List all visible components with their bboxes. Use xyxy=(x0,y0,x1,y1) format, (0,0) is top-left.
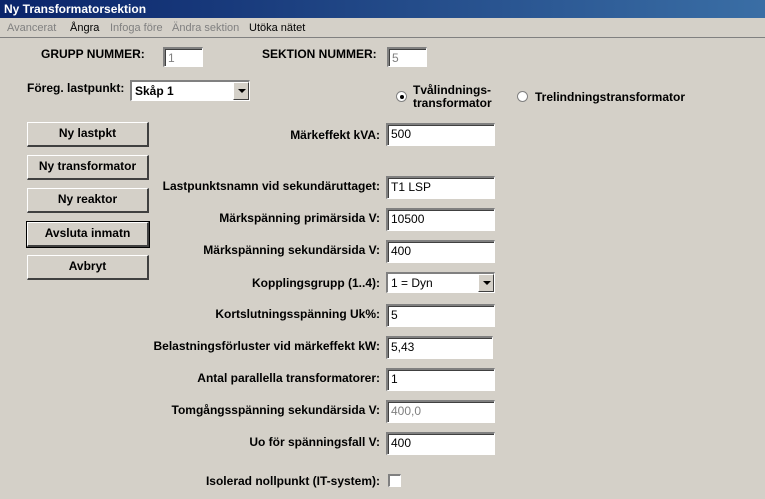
grupp-field[interactable]: 1 xyxy=(163,47,203,67)
avbryt-button[interactable]: Avbryt xyxy=(27,255,149,280)
menu-utoka-natet[interactable]: Utöka nätet xyxy=(249,22,305,34)
kortslutning-field[interactable]: 5 xyxy=(386,304,495,327)
primar-field[interactable]: 10500 xyxy=(386,208,495,231)
two-winding-line1: Tvålindnings- xyxy=(413,83,491,97)
uo-field[interactable]: 400 xyxy=(386,432,495,455)
foreg-lastpunkt-label: Föreg. lastpunkt: xyxy=(27,81,125,95)
uo-label: Uo för spänningsfall V: xyxy=(249,435,380,449)
tomgang-field[interactable]: 400,0 xyxy=(386,400,495,423)
foreg-lastpunkt-value: Skåp 1 xyxy=(135,84,174,98)
menu-infoga-fore[interactable]: Infoga före xyxy=(110,22,163,34)
koppling-select[interactable]: 1 = Dyn xyxy=(386,272,495,293)
grupp-label: GRUPP NUMMER: xyxy=(41,47,145,61)
kortslutning-label: Kortslutningsspänning Uk%: xyxy=(215,307,380,321)
markeffekt-field[interactable]: 500 xyxy=(386,123,495,146)
sektion-field[interactable]: 5 xyxy=(387,47,427,67)
radio-three-winding[interactable] xyxy=(517,91,528,102)
window-title: Ny Transformatorsektion xyxy=(0,0,765,18)
sektion-label: SEKTION NUMMER: xyxy=(262,47,377,61)
antal-field[interactable]: 1 xyxy=(386,368,495,391)
antal-label: Antal parallella transformatorer: xyxy=(197,371,380,385)
menu-avancerat[interactable]: Avancerat xyxy=(7,22,56,34)
sekundar-label: Märkspänning sekundärsida V: xyxy=(203,243,380,257)
two-winding-label: Tvålindnings- transformator xyxy=(413,84,492,110)
belastning-label: Belastningsförluster vid märkeffekt kW: xyxy=(153,339,380,353)
sekundar-field[interactable]: 400 xyxy=(386,240,495,263)
markeffekt-label: Märkeffekt kVA: xyxy=(290,128,380,142)
menu-andra-sektion[interactable]: Ändra sektion xyxy=(172,22,239,34)
lastpunktsnamn-field[interactable]: T1 LSP xyxy=(386,176,495,199)
isolerad-label: Isolerad nollpunkt (IT-system): xyxy=(205,474,380,488)
isolerad-checkbox[interactable] xyxy=(388,474,401,487)
primar-label: Märkspänning primärsida V: xyxy=(219,211,380,225)
menu-angra[interactable]: Ångra xyxy=(70,22,99,34)
ny-transformator-button[interactable]: Ny transformator xyxy=(27,155,149,180)
radio-two-winding[interactable] xyxy=(396,91,407,102)
koppling-label: Kopplingsgrupp (1..4): xyxy=(252,276,380,290)
lastpunktsnamn-label: Lastpunktsnamn vid sekundäruttaget: xyxy=(162,179,380,193)
chevron-down-icon[interactable] xyxy=(233,82,249,100)
tomgang-label: Tomgångsspänning sekundärsida V: xyxy=(171,403,380,417)
chevron-down-icon[interactable] xyxy=(478,274,494,292)
three-winding-label: Trelindningstransformator xyxy=(535,90,686,104)
koppling-value: 1 = Dyn xyxy=(391,276,433,290)
foreg-lastpunkt-select[interactable]: Skåp 1 xyxy=(130,80,250,101)
menu-bar: Avancerat Ångra Infoga före Ändra sektio… xyxy=(0,19,765,38)
avsluta-inmatn-button[interactable]: Avsluta inmatn xyxy=(26,221,150,248)
ny-lastpkt-button[interactable]: Ny lastpkt xyxy=(27,122,149,147)
two-winding-line2: transformator xyxy=(413,96,492,110)
belastning-field[interactable]: 5,43 xyxy=(386,336,493,359)
